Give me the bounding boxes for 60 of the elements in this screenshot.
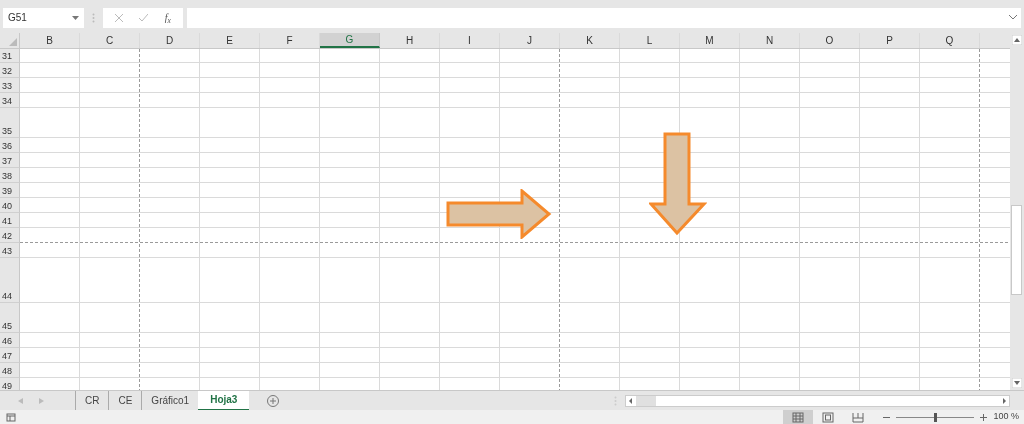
zoom-out-icon[interactable] xyxy=(883,415,891,419)
normal-view-icon xyxy=(792,411,805,423)
row-header[interactable]: 37 xyxy=(0,153,20,168)
sheet-tab[interactable]: Hoja3 xyxy=(198,390,250,411)
column-header[interactable]: H xyxy=(380,33,440,48)
zoom-slider-thumb[interactable] xyxy=(933,412,937,422)
column-header[interactable]: D xyxy=(140,33,200,48)
name-box[interactable]: G51 xyxy=(3,7,84,28)
right-arrow-shape[interactable] xyxy=(446,189,552,239)
row-header[interactable]: 44 xyxy=(0,258,20,303)
row-header[interactable]: 49 xyxy=(0,378,20,390)
horizontal-scrollbar[interactable] xyxy=(625,394,1010,407)
row-header[interactable]: 34 xyxy=(0,93,20,108)
column-header[interactable]: C xyxy=(80,33,140,48)
column-header[interactable]: L xyxy=(620,33,680,48)
down-arrow-shape[interactable] xyxy=(649,132,707,236)
column-header[interactable]: M xyxy=(680,33,740,48)
view-button[interactable] xyxy=(783,410,814,424)
column-header[interactable]: G xyxy=(320,33,380,48)
scroll-up-icon[interactable] xyxy=(1012,35,1022,45)
row-header[interactable]: 32 xyxy=(0,63,20,78)
zoom-level[interactable]: 100 % xyxy=(993,410,1019,424)
row-header[interactable]: 35 xyxy=(0,108,20,138)
column-header[interactable]: I xyxy=(440,33,500,48)
add-sheet-icon[interactable] xyxy=(267,394,280,407)
row-header[interactable]: 38 xyxy=(0,168,20,183)
row-header[interactable]: 41 xyxy=(0,213,20,228)
row-header[interactable]: 40 xyxy=(0,198,20,213)
row-header[interactable]: 33 xyxy=(0,78,20,93)
expand-icon[interactable] xyxy=(1009,15,1017,20)
row-header[interactable]: 46 xyxy=(0,333,20,348)
column-header[interactable]: O xyxy=(800,33,860,48)
grip-icon xyxy=(92,12,95,23)
zoom-in-icon[interactable] xyxy=(980,413,988,421)
column-header[interactable]: N xyxy=(740,33,800,48)
row-header[interactable]: 43 xyxy=(0,243,20,258)
row-header[interactable]: 42 xyxy=(0,228,20,243)
row-header[interactable]: 36 xyxy=(0,138,20,153)
formula-field[interactable] xyxy=(187,7,1021,28)
scroll-thumb[interactable] xyxy=(1011,205,1022,295)
insert-function-button[interactable]: f$_{x}$ xyxy=(164,10,171,25)
column-header[interactable]: B xyxy=(20,33,80,48)
row-header[interactable]: 47 xyxy=(0,348,20,363)
check-icon[interactable] xyxy=(139,13,149,22)
column-header[interactable]: K xyxy=(560,33,620,48)
row-header[interactable]: 31 xyxy=(0,49,20,63)
dropdown-arrow-icon[interactable] xyxy=(72,15,79,20)
page-break-icon xyxy=(852,411,865,423)
cancel-icon[interactable] xyxy=(115,13,124,22)
scroll-down-icon[interactable] xyxy=(1012,378,1022,388)
row-header[interactable]: 48 xyxy=(0,363,20,378)
row-header[interactable]: 45 xyxy=(0,303,20,333)
macro-icon[interactable] xyxy=(6,412,16,422)
column-header[interactable]: E xyxy=(200,33,260,48)
column-header[interactable]: Q xyxy=(920,33,980,48)
row-header[interactable]: 39 xyxy=(0,183,20,198)
column-header[interactable]: P xyxy=(860,33,920,48)
scroll-thumb[interactable] xyxy=(636,395,656,406)
column-header[interactable]: J xyxy=(500,33,560,48)
page-layout-icon xyxy=(822,411,835,423)
